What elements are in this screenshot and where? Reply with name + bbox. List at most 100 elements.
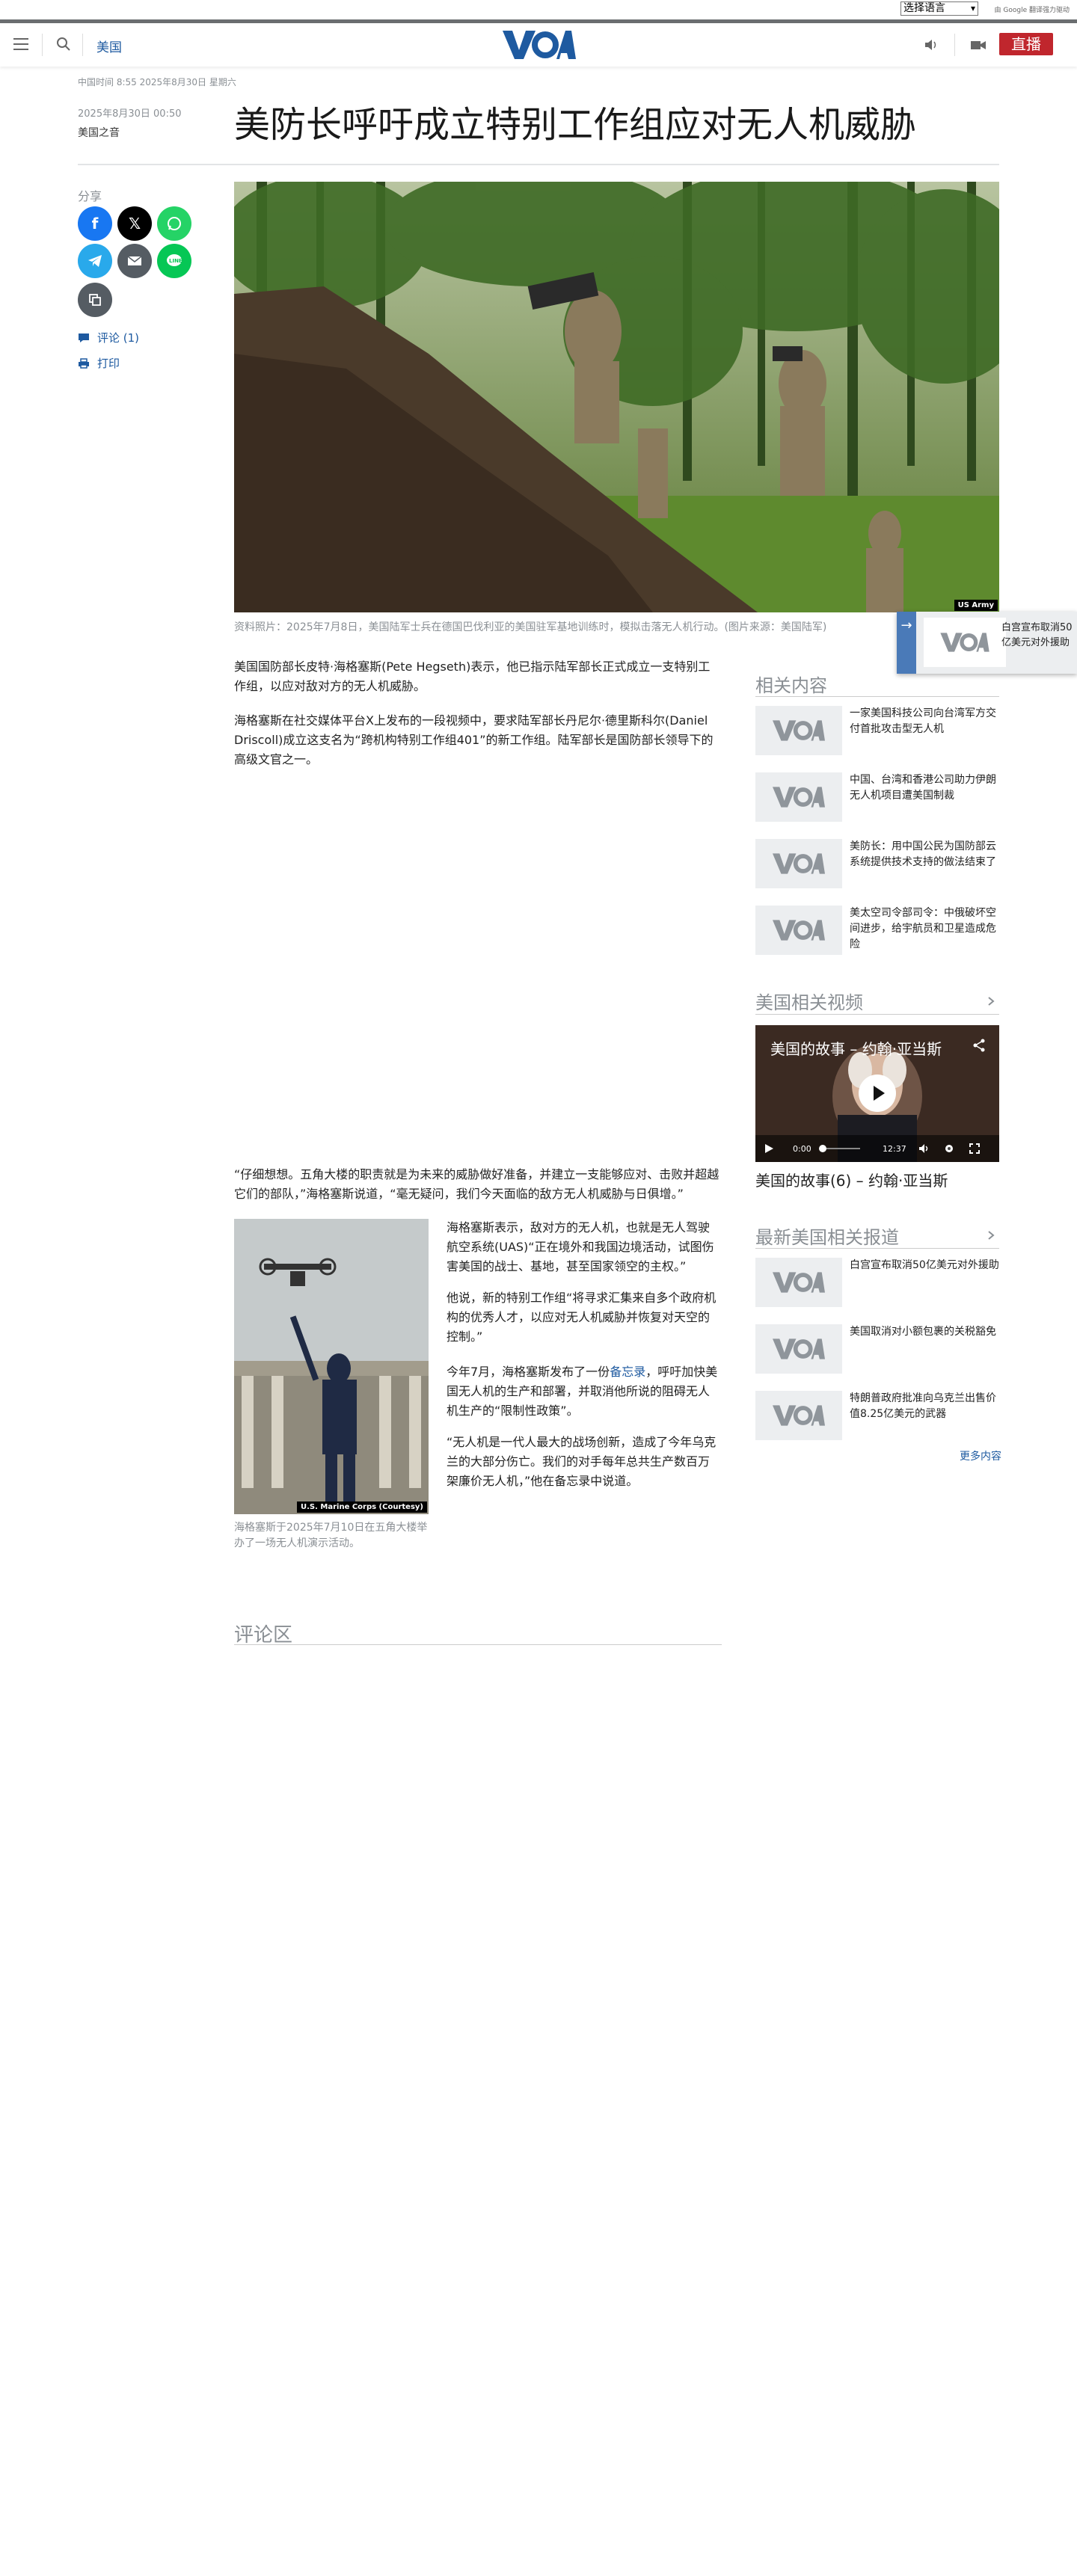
latest-item[interactable]: 特朗普政府批准向乌克兰出售价值8.25亿美元的武器 [755, 1391, 999, 1440]
search-icon[interactable] [55, 36, 72, 52]
article-title: 美防长呼吁成立特别工作组应对无人机威胁 [234, 104, 917, 146]
related-divider [755, 696, 999, 697]
voa-logo[interactable] [503, 29, 576, 61]
author-link[interactable]: 美国之音 [78, 125, 120, 140]
whatsapp-share-button[interactable] [157, 206, 191, 241]
latest-divider [755, 1248, 999, 1249]
article-paragraph: 美国国防部长皮特·海格塞斯(Pete Hegseth)表示，他已指示陆军部长正式… [234, 660, 711, 693]
article-paragraph: 海格塞斯在社交媒体平台X上发布的一段视频中，要求陆军部长丹尼尔·德里斯科尔(Da… [234, 713, 714, 766]
video-title: 美国的故事 – 约翰·亚当斯 [770, 1040, 942, 1058]
hero-caption: 资料照片：2025年7月8日，美国陆军士兵在德国巴伐利亚的美国驻军基地训练时，模… [234, 621, 827, 633]
arrow-right-icon[interactable]: → [897, 612, 916, 674]
publish-date: 2025年8月30日 00:50 [78, 108, 182, 120]
chevron-right-icon[interactable] [986, 1230, 996, 1241]
us-videos-heading-link[interactable]: 美国相关视频 [755, 988, 999, 1014]
related-heading: 相关内容 [755, 675, 827, 696]
latest-item[interactable]: 白宫宣布取消50亿美元对外援助 [755, 1258, 999, 1307]
whatsapp-icon [168, 217, 181, 230]
thumbnail-voa-logo [755, 1391, 842, 1440]
comments-link[interactable]: 评论 (1) [78, 330, 139, 345]
print-link[interactable]: 打印 [78, 355, 120, 371]
thumbnail-voa-logo [755, 906, 842, 955]
audio-icon[interactable] [923, 37, 939, 53]
floating-next-article[interactable]: → 白宫宣布取消50亿美元对外援助 [897, 612, 1077, 674]
related-item-title: 中国、台湾和香港公司助力伊朗无人机项目遭美国制裁 [850, 774, 996, 802]
article-paragraph: 今年7月，海格塞斯发布了一份备忘录，呼吁加快美国无人机的生产和部署，并取消他所说… [447, 1362, 719, 1421]
thumbnail-voa-logo [755, 839, 842, 888]
inset-image: U.S. Marine Corps (Courtesy) [234, 1219, 429, 1514]
x-share-button[interactable]: 𝕏 [117, 206, 152, 241]
settings-gear-icon[interactable] [944, 1143, 954, 1154]
chevron-right-icon[interactable] [986, 996, 996, 1006]
thumbnail-voa-logo [755, 1258, 842, 1307]
latest-item-title: 美国取消对小额包裹的关税豁免 [850, 1326, 996, 1338]
video-player[interactable]: 美国的故事 – 约翰·亚当斯 0:00 12:37 [755, 1025, 999, 1162]
facebook-share-button[interactable]: f [78, 206, 112, 241]
copy-icon [89, 294, 101, 306]
facebook-icon: f [91, 215, 99, 233]
print-icon [79, 357, 89, 369]
hero-image-credit: US Army [954, 600, 998, 611]
google-translate-credit: 由 Google 翻译强力驱动 [994, 7, 1070, 14]
current-datetime: 中国时间 8:55 2025年8月30日 星期六 [78, 77, 236, 87]
fullscreen-icon[interactable] [969, 1143, 980, 1154]
svg-text:LINE: LINE [169, 258, 182, 264]
article-paragraph: “仔细想想。五角大楼的职责就是为未来的威胁做好准备，并建立一支能够应对、击败并超… [234, 1167, 719, 1201]
telegram-share-button[interactable] [78, 244, 112, 278]
email-icon [127, 256, 142, 265]
hero-image: US Army [234, 182, 999, 612]
play-button[interactable] [859, 1075, 896, 1112]
comments-section-title: 评论区 [234, 1624, 293, 1647]
live-button[interactable]: 直播 [999, 33, 1053, 55]
x-icon: 𝕏 [128, 215, 141, 233]
latest-heading-link[interactable]: 最新美国相关报道 [755, 1223, 999, 1249]
site-header: 美国 直播 [0, 23, 1077, 67]
comment-icon [79, 333, 89, 342]
related-item[interactable]: 中国、台湾和香港公司助力伊朗无人机项目遭美国制裁 [755, 772, 999, 822]
telegram-icon [88, 255, 102, 267]
thumbnail-voa-logo [755, 1324, 842, 1374]
video-progress-handle[interactable] [819, 1145, 826, 1152]
latest-item[interactable]: 美国取消对小额包裹的关税豁免 [755, 1324, 999, 1374]
copy-link-button[interactable] [78, 283, 112, 317]
video-progress-track[interactable] [821, 1148, 860, 1149]
thumbnail-voa-logo [924, 618, 1006, 667]
share-label: 分享 [78, 189, 102, 203]
menu-icon[interactable] [13, 38, 28, 50]
video-duration: 12:37 [883, 1144, 906, 1154]
related-item[interactable]: 美太空司令部司令：中俄破坏空间进步，给宇航员和卫星造成危险 [755, 906, 999, 955]
video-current-time: 0:00 [793, 1144, 811, 1154]
latest-item-title: 特朗普政府批准向乌克兰出售价值8.25亿美元的武器 [850, 1392, 996, 1420]
header-divider [82, 34, 83, 56]
related-item[interactable]: 美防长：用中国公民为国防部云系统提供技术支持的做法结束了 [755, 839, 999, 888]
print-link-label: 打印 [97, 357, 120, 370]
related-item-title: 美太空司令部司令：中俄破坏空间进步，给宇航员和卫星造成危险 [850, 907, 996, 950]
article-paragraph: 海格塞斯表示，敌对方的无人机，也就是无人驾驶航空系统(UAS)“正在境外和我国边… [447, 1220, 714, 1273]
inset-image-credit: U.S. Marine Corps (Courtesy) [296, 1501, 427, 1513]
floating-article-title: 白宫宣布取消50亿美元对外援助 [1001, 622, 1073, 648]
paragraph-text: 今年7月，海格塞斯发布了一份 [447, 1365, 610, 1379]
language-select[interactable]: 选择语言 [900, 1, 978, 16]
more-content-link[interactable]: 更多内容 [960, 1448, 1001, 1463]
title-divider [78, 164, 999, 165]
related-item[interactable]: 一家美国科技公司向台湾军方交付首批攻击型无人机 [755, 706, 999, 755]
memo-link[interactable]: 备忘录 [610, 1365, 645, 1379]
share-icon[interactable] [972, 1039, 986, 1052]
line-share-button[interactable]: LINE [157, 244, 191, 278]
line-icon: LINE [167, 254, 182, 266]
videos-divider [755, 1014, 999, 1015]
article-paragraph: 他说，新的特别工作组“将寻求汇集来自多个政府机构的优秀人才，以应对无人机威胁并恢… [447, 1291, 717, 1344]
comments-divider [234, 1644, 722, 1645]
video-camera-icon[interactable] [969, 37, 987, 53]
video-controls: 0:00 12:37 [755, 1135, 999, 1162]
email-share-button[interactable] [117, 244, 152, 278]
header-divider [954, 34, 955, 56]
related-item-title: 一家美国科技公司向台湾军方交付首批攻击型无人机 [850, 707, 996, 735]
thumbnail-voa-logo [755, 772, 842, 822]
play-icon[interactable] [764, 1144, 773, 1153]
section-link-usa[interactable]: 美国 [96, 37, 122, 55]
volume-icon[interactable] [918, 1143, 930, 1154]
thumbnail-voa-logo [755, 706, 842, 755]
video-caption-link[interactable]: 美国的故事(6) – 约翰·亚当斯 [755, 1169, 948, 1190]
header-divider [42, 34, 43, 56]
